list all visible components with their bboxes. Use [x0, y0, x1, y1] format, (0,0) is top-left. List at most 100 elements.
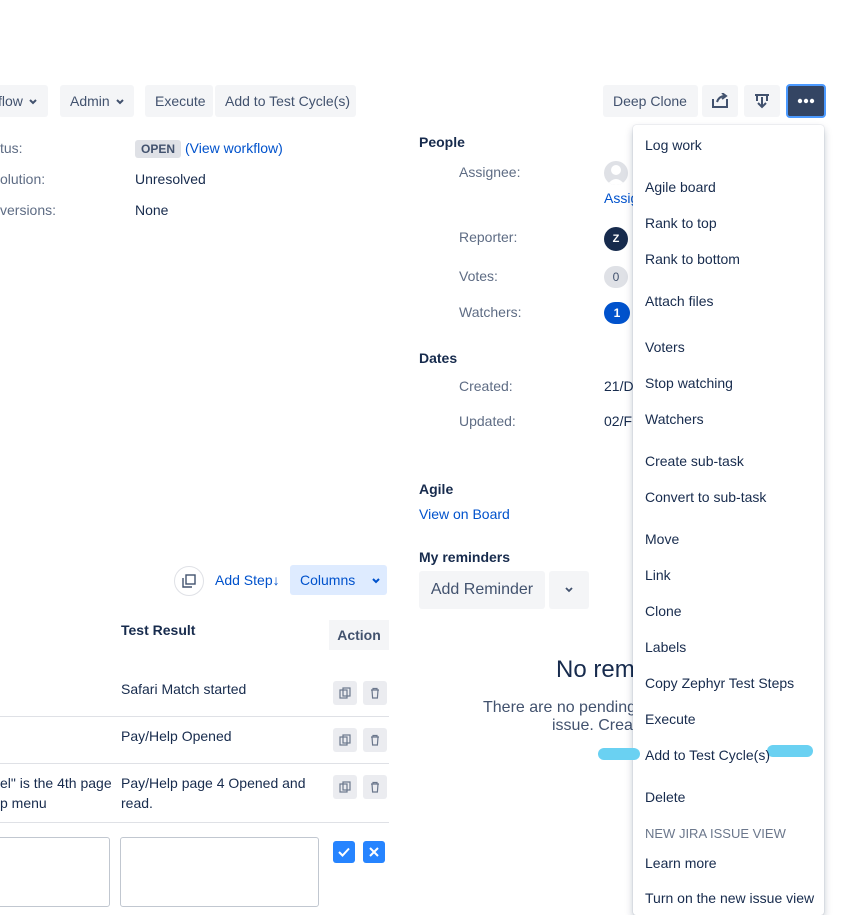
delete-step-button[interactable] [363, 775, 387, 799]
menu-item-learn-more[interactable]: Learn more [645, 855, 717, 871]
reminder-options-button[interactable] [549, 571, 589, 609]
assignee-avatar [604, 161, 628, 185]
menu-item-create-sub-task[interactable]: Create sub-task [645, 453, 744, 469]
check-icon [338, 847, 350, 857]
chevron-down-icon [372, 578, 380, 584]
add-to-test-cycle-label: Add to Test Cycle(s) [225, 93, 351, 109]
menu-item-rank-to-top[interactable]: Rank to top [645, 215, 717, 231]
trash-icon [371, 734, 379, 746]
menu-item-labels[interactable]: Labels [645, 639, 686, 655]
confirm-step-button[interactable] [333, 841, 355, 863]
menu-item-clone[interactable]: Clone [645, 603, 682, 619]
copy-steps-button[interactable] [174, 566, 204, 596]
status-badge: OPEN [135, 140, 182, 158]
execute-button[interactable]: Execute [145, 85, 213, 117]
menu-item-delete[interactable]: Delete [645, 789, 685, 805]
clone-icon [339, 734, 351, 746]
chevron-down-icon [29, 99, 37, 105]
menu-item-add-to-test-cycle[interactable]: Add to Test Cycle(s) [645, 747, 770, 763]
menu-item-move[interactable]: Move [645, 531, 679, 547]
step-result-3-line2: read. [121, 795, 153, 811]
column-header-test-result: Test Result [121, 622, 196, 638]
updated-label: Updated: [459, 413, 516, 429]
workflow-label: flow [0, 93, 23, 109]
columns-dropdown[interactable]: Columns [290, 565, 387, 595]
add-to-test-cycle-button[interactable]: Add to Test Cycle(s) [215, 85, 356, 117]
menu-item-watchers[interactable]: Watchers [645, 411, 704, 427]
chevron-down-icon [565, 587, 573, 593]
clone-step-button[interactable] [333, 728, 357, 752]
row-divider [0, 822, 389, 823]
step-description-3-line2: p menu [0, 795, 47, 811]
add-reminder-label: Add Reminder [430, 581, 534, 598]
view-on-board-link[interactable]: View on Board [419, 506, 510, 522]
watchers-count: 1 [613, 306, 621, 320]
export-icon [755, 94, 769, 109]
menu-item-convert-to-sub-task[interactable]: Convert to sub-task [645, 489, 766, 505]
menu-item-agile-board[interactable]: Agile board [645, 179, 716, 195]
add-reminder-button[interactable]: Add Reminder [419, 571, 545, 609]
watchers-label: Watchers: [459, 304, 522, 320]
menu-item-log-work[interactable]: Log work [645, 137, 702, 153]
reporter-initial: Z [612, 233, 620, 245]
menu-item-link[interactable]: Link [645, 567, 671, 583]
clone-step-button[interactable] [333, 681, 357, 705]
menu-item-execute[interactable]: Execute [645, 711, 696, 727]
versions-label: versions: [0, 202, 57, 218]
agile-heading: Agile [419, 481, 454, 497]
columns-label: Columns [300, 572, 356, 588]
admin-label: Admin [70, 93, 110, 109]
resolution-label: olution: [0, 171, 46, 187]
highlight-mark-left [598, 748, 640, 760]
menu-item-stop-watching[interactable]: Stop watching [645, 375, 733, 391]
cancel-step-button[interactable] [363, 841, 385, 863]
row-divider [0, 716, 389, 717]
menu-item-copy-zephyr-test-steps[interactable]: Copy Zephyr Test Steps [645, 675, 794, 691]
trash-icon [371, 781, 379, 793]
export-button[interactable] [744, 85, 780, 117]
votes-label: Votes: [459, 268, 498, 284]
admin-dropdown[interactable]: Admin [60, 85, 134, 117]
column-header-action: Action [329, 620, 389, 650]
reminders-heading: My reminders [419, 549, 511, 565]
menu-item-attach-files[interactable]: Attach files [645, 293, 713, 309]
menu-item-turn-on-new-view[interactable]: Turn on the new issue view [645, 890, 814, 906]
resolution-value: Unresolved [135, 171, 206, 187]
votes-count: 0 [612, 270, 620, 284]
workflow-dropdown[interactable]: flow [0, 85, 48, 117]
new-result-field[interactable] [120, 837, 319, 907]
share-button[interactable] [702, 85, 738, 117]
row-divider [0, 763, 389, 764]
step-result-1: Safari Match started [121, 681, 247, 697]
assignee-label: Assignee: [459, 164, 521, 180]
no-reminders-line2: issue. Crea [552, 717, 633, 734]
highlight-mark-right [767, 745, 813, 757]
view-workflow-link[interactable]: (View workflow) [185, 140, 283, 156]
more-actions-button[interactable] [786, 84, 826, 118]
copy-icon [182, 574, 196, 588]
add-step-link[interactable]: Add Step↓ [215, 572, 280, 588]
clone-icon [339, 687, 351, 699]
watchers-count-badge[interactable]: 1 [604, 302, 630, 324]
created-label: Created: [459, 378, 513, 394]
delete-step-button[interactable] [363, 681, 387, 705]
updated-value: 02/F [604, 413, 633, 429]
deep-clone-button[interactable]: Deep Clone [603, 85, 698, 117]
menu-item-rank-to-bottom[interactable]: Rank to bottom [645, 251, 740, 267]
close-icon [369, 847, 379, 857]
menu-item-voters[interactable]: Voters [645, 339, 685, 355]
versions-value: None [135, 202, 169, 218]
menu-section-new-issue-view: NEW JIRA ISSUE VIEW [645, 826, 786, 841]
new-step-field[interactable] [0, 837, 110, 907]
trash-icon [371, 687, 379, 699]
status-label: tus: [0, 140, 23, 156]
share-icon [712, 93, 728, 108]
step-description-3-line1: el" is the 4th page [0, 775, 112, 791]
people-heading: People [419, 134, 465, 150]
step-result-3-line1: Pay/Help page 4 Opened and [121, 775, 306, 791]
clone-step-button[interactable] [333, 775, 357, 799]
delete-step-button[interactable] [363, 728, 387, 752]
dates-heading: Dates [419, 350, 458, 366]
votes-count-badge[interactable]: 0 [604, 266, 628, 288]
no-reminders-title: No remi [556, 656, 641, 683]
